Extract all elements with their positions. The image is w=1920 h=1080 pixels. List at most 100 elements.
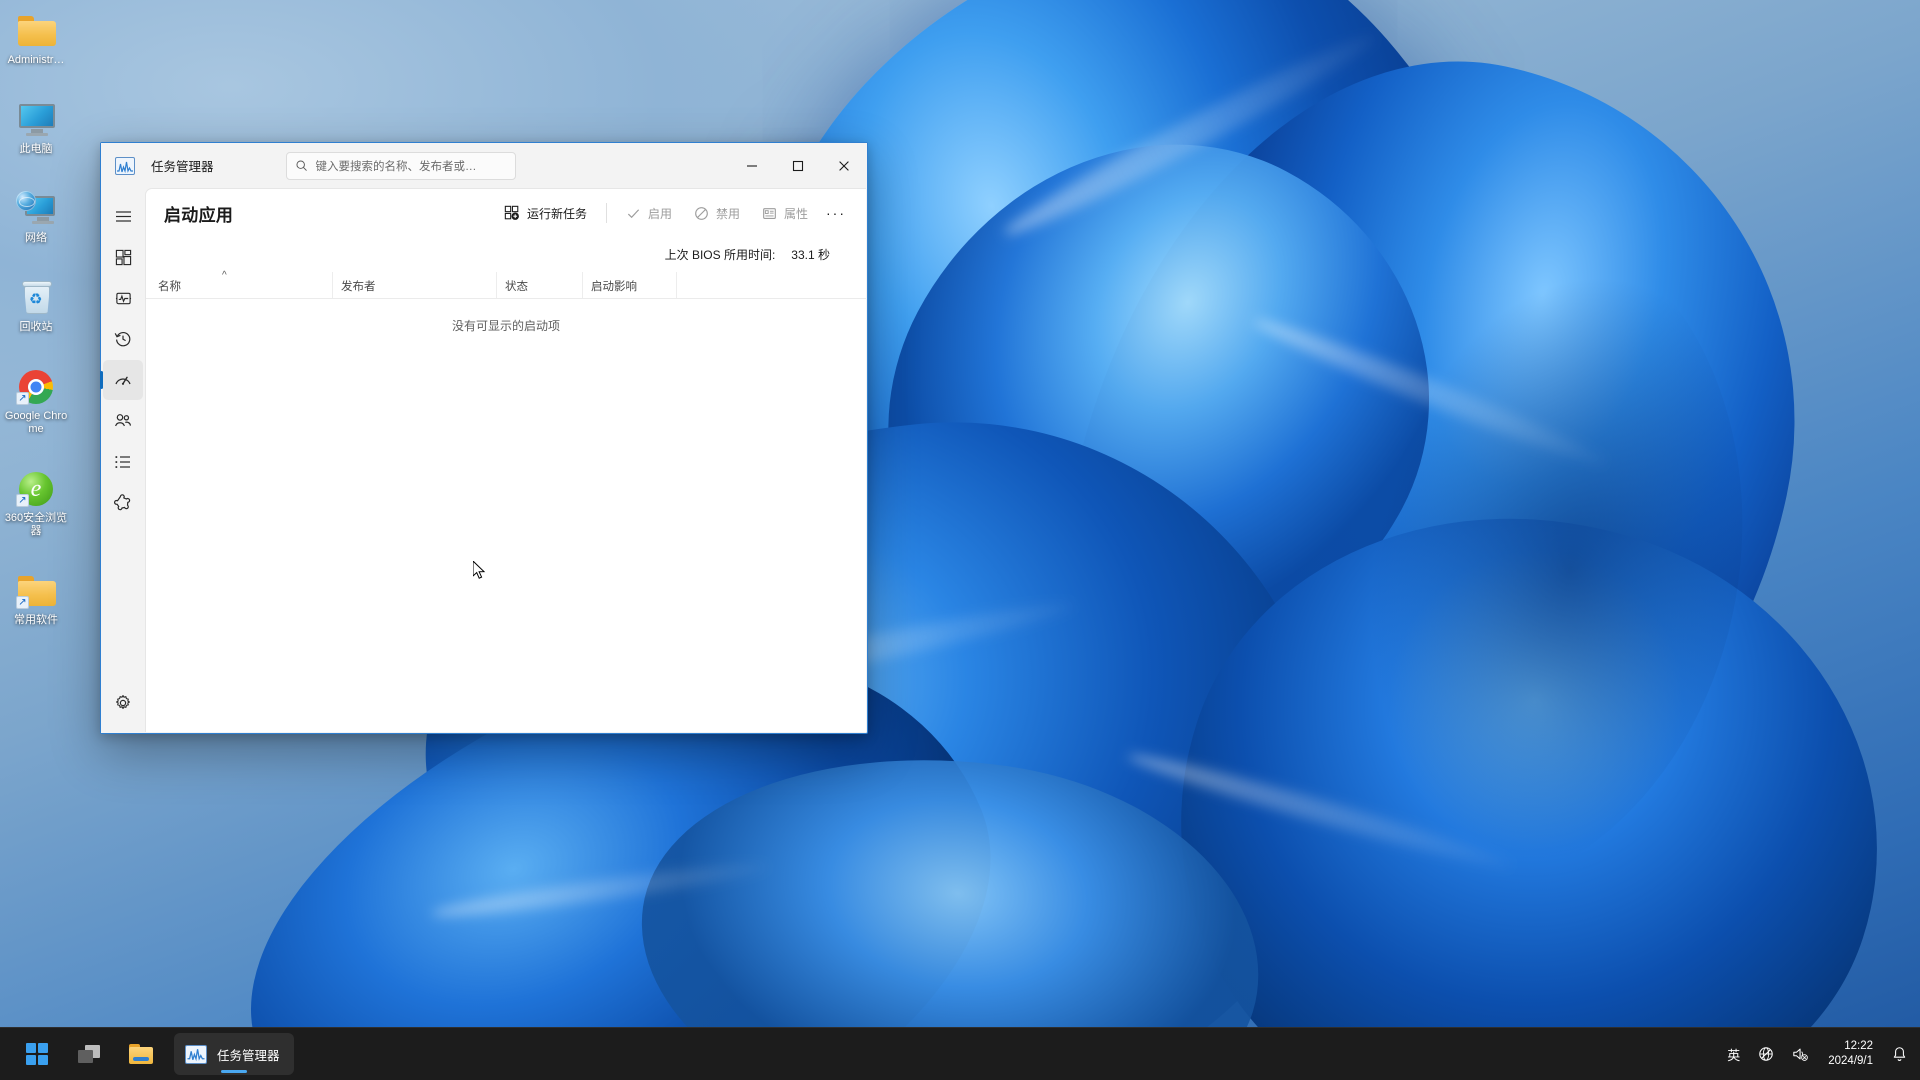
desktop-icon-label: 网络 <box>25 232 47 244</box>
window-controls <box>729 143 867 188</box>
desktop-icon-google-chrome[interactable]: ↗ Google Chrome <box>0 364 72 440</box>
enable-label: 启用 <box>647 206 672 221</box>
notification-bell-icon <box>1893 1047 1906 1061</box>
app-history-clock-icon <box>114 332 131 347</box>
properties-button[interactable]: 属性 <box>752 198 818 228</box>
disable-icon <box>695 206 708 220</box>
sidebar-item-startup-apps[interactable] <box>100 360 143 400</box>
minimize-button[interactable] <box>729 143 775 188</box>
more-options-button[interactable]: ··· <box>820 198 852 228</box>
google-chrome-icon: ↗ <box>15 368 57 406</box>
column-header-filler <box>676 272 866 298</box>
volume-muted-icon <box>1793 1048 1809 1061</box>
minimize-icon <box>747 164 757 167</box>
recycle-bin-icon: ♻ <box>15 279 57 317</box>
sidebar-item-processes[interactable] <box>103 237 143 277</box>
startup-gauge-icon <box>115 376 131 385</box>
window-titlebar[interactable]: 任务管理器 键入要搜索的名称、发布者或… <box>101 143 867 188</box>
desktop-icon-network[interactable]: 网络 <box>0 186 72 249</box>
close-button[interactable] <box>821 143 867 188</box>
toolbar-separator <box>605 203 607 223</box>
properties-icon <box>763 207 776 219</box>
users-icon <box>115 414 131 427</box>
close-icon <box>839 160 849 171</box>
sidebar-item-users[interactable] <box>103 401 143 441</box>
maximize-button[interactable] <box>775 143 821 188</box>
table-header-row: 名称 ^ 发布者 状态 启动影响 <box>146 270 866 299</box>
settings-gear-icon <box>116 695 130 709</box>
volume-button[interactable] <box>1783 1033 1818 1075</box>
sidebar-item-performance[interactable] <box>103 278 143 318</box>
column-header-label: 状态 <box>505 281 528 293</box>
desktop-icon-360-browser[interactable]: e ↗ 360安全浏览器 <box>0 466 72 542</box>
task-manager-icon <box>185 1044 207 1064</box>
task-view-button[interactable] <box>66 1033 112 1075</box>
taskbar-app-label: 任务管理器 <box>217 1048 280 1063</box>
shortcut-arrow-icon: ↗ <box>16 596 29 609</box>
sidebar-item-app-history[interactable] <box>103 319 143 359</box>
enable-button[interactable]: 启用 <box>616 198 682 228</box>
windows-logo-icon <box>25 1042 49 1066</box>
table-body: 没有可显示的启动项 <box>146 299 866 732</box>
sidebar-item-settings[interactable] <box>103 683 143 723</box>
column-header-label: 发布者 <box>341 281 376 293</box>
taskbar: 任务管理器 英 12:22 2024/9/1 <box>0 1027 1920 1080</box>
desktop-icon-label: 360安全浏览器 <box>4 512 68 537</box>
sidebar-item-menu[interactable] <box>103 196 143 236</box>
processes-grid-icon <box>115 249 131 265</box>
sidebar-item-details[interactable] <box>103 442 143 482</box>
disable-label: 禁用 <box>715 206 740 221</box>
this-pc-icon <box>15 101 57 139</box>
run-new-task-label: 运行新任务 <box>526 206 587 221</box>
search-box[interactable]: 键入要搜索的名称、发布者或… <box>285 151 516 180</box>
services-gear-icon <box>114 494 131 511</box>
desktop-icon-administrator[interactable]: Administr… <box>0 8 72 71</box>
bios-time-row: 上次 BIOS 所用时间: 33.1 秒 <box>146 237 866 271</box>
window-title: 任务管理器 <box>151 160 214 174</box>
desktop-icon-this-pc[interactable]: 此电脑 <box>0 97 72 160</box>
performance-pulse-icon <box>115 292 131 304</box>
system-tray: 英 12:22 2024/9/1 <box>1718 1028 1920 1080</box>
properties-label: 属性 <box>783 206 808 221</box>
sidebar-item-services[interactable] <box>103 483 143 523</box>
shortcut-arrow-icon: ↗ <box>16 392 29 405</box>
mouse-cursor <box>473 561 486 579</box>
clock-date: 2024/9/1 <box>1828 1055 1873 1067</box>
folder-icon <box>15 12 57 50</box>
run-new-task-icon <box>504 205 519 220</box>
command-bar-actions: 运行新任务 启用 禁用 属性 ··· <box>494 198 852 228</box>
column-header-name[interactable]: 名称 ^ <box>146 270 332 298</box>
clock-time: 12:22 <box>1844 1040 1873 1052</box>
column-header-status[interactable]: 状态 <box>496 272 582 298</box>
file-explorer-icon <box>129 1044 153 1064</box>
network-button[interactable] <box>1749 1033 1783 1075</box>
start-button[interactable] <box>14 1033 60 1075</box>
empty-state-message: 没有可显示的启动项 <box>451 319 560 333</box>
sort-ascending-icon: ^ <box>222 270 227 281</box>
column-header-startup-impact[interactable]: 启动影响 <box>582 272 676 298</box>
ime-indicator[interactable]: 英 <box>1718 1033 1749 1075</box>
task-manager-icon <box>115 156 135 175</box>
desktop-icon-common-software[interactable]: ↗ 常用软件 <box>0 568 72 631</box>
taskbar-apps: 任务管理器 <box>14 1033 294 1075</box>
bios-time-value: 33.1 秒 <box>791 247 830 262</box>
desktop-icon-label: Google Chrome <box>4 410 68 435</box>
column-header-publisher[interactable]: 发布者 <box>332 272 496 298</box>
column-header-label: 名称 <box>158 281 181 293</box>
disable-button[interactable]: 禁用 <box>684 198 750 228</box>
desktop-icon-label: 回收站 <box>19 321 53 333</box>
taskbar-app-task-manager[interactable]: 任务管理器 <box>174 1033 294 1075</box>
search-placeholder: 键入要搜索的名称、发布者或… <box>315 160 477 173</box>
notifications-button[interactable] <box>1883 1033 1916 1075</box>
task-manager-window[interactable]: 任务管理器 键入要搜索的名称、发布者或… 启动应用 运行新任务 启用 禁用 属性… <box>100 142 868 734</box>
file-explorer-button[interactable] <box>118 1033 164 1075</box>
desktop-icon-label: 此电脑 <box>19 143 53 155</box>
navigation-rail <box>100 188 145 733</box>
run-new-task-button[interactable]: 运行新任务 <box>494 198 597 228</box>
360-browser-icon: e ↗ <box>15 470 57 508</box>
desktop-icon-recycle-bin[interactable]: ♻ 回收站 <box>0 275 72 338</box>
check-icon <box>627 208 640 218</box>
folder-icon: ↗ <box>15 572 57 610</box>
clock[interactable]: 12:22 2024/9/1 <box>1818 1033 1883 1075</box>
window-body: 启动应用 运行新任务 启用 禁用 属性 ··· 上次 BIOS 所用时间: 33… <box>100 188 867 733</box>
